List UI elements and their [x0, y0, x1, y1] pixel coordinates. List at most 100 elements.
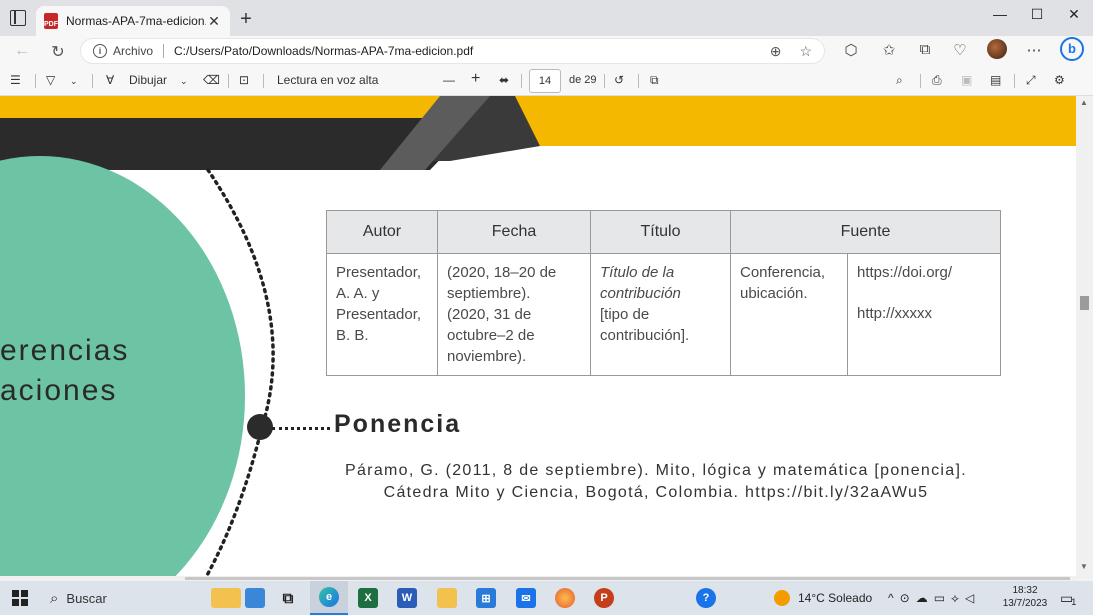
cell-line: Título de la — [600, 264, 675, 281]
cell-line: B. B. — [336, 327, 369, 344]
search-highlight-icon[interactable] — [208, 581, 268, 615]
pdf-settings-icon[interactable]: ⚙ — [1054, 73, 1065, 87]
scroll-down-icon[interactable]: ▼ — [1080, 562, 1088, 571]
section-title: Ponencia — [334, 410, 462, 438]
mail-app-icon[interactable]: ✉ — [514, 581, 538, 615]
weather-widget[interactable]: 14°C Soleado — [774, 581, 872, 615]
toolbar-divider — [521, 74, 522, 88]
draw-icon[interactable]: ∀ — [106, 73, 114, 87]
store-app-icon[interactable]: ⊞ — [474, 581, 498, 615]
save-icon[interactable]: ▣ — [961, 73, 972, 87]
clock-date: 13/7/2023 — [1002, 598, 1048, 609]
contents-icon[interactable]: ☰ — [10, 73, 21, 87]
back-arrow-icon[interactable]: ← — [12, 42, 32, 60]
volume-icon[interactable]: ◁ — [965, 591, 980, 605]
author-cell: Presentador, A. A. y Presentador, B. B. — [326, 253, 438, 376]
notification-icon[interactable]: ▭ 1 — [1060, 581, 1076, 615]
network-icon[interactable]: ⟡ — [951, 591, 965, 606]
zoom-icon[interactable]: ⊕ — [770, 43, 782, 60]
extensions-icon[interactable]: ⬡ — [841, 41, 861, 59]
system-tray[interactable]: ^ ⊙ ☁ ▭ ⟡ ◁ — [888, 581, 980, 615]
horizontal-scrollbar-thumb[interactable] — [185, 577, 1070, 580]
favorite-star-icon[interactable]: ☆ — [799, 43, 812, 60]
eraser-icon[interactable]: ⌫ — [203, 73, 220, 87]
minimize-button[interactable]: — — [985, 6, 1015, 22]
cell-line: [tipo de — [600, 306, 650, 323]
help-app-icon[interactable]: ? — [694, 581, 718, 615]
fullscreen-icon[interactable]: ⤢ — [1026, 73, 1036, 88]
address-field[interactable]: i Archivo C:/Users/Pato/Downloads/Normas… — [80, 38, 825, 64]
search-icon: ⌕ — [50, 589, 59, 607]
tab-actions-icon[interactable] — [10, 10, 26, 26]
chevron-up-icon[interactable]: ^ — [888, 591, 900, 605]
refresh-icon[interactable]: ↻ — [48, 42, 68, 62]
taskbar: ⌕ Buscar ⧉ e X W ⊞ ✉ P ? 14°C Soleado ^ … — [0, 581, 1093, 615]
source-link-cell: https://doi.org/ http://xxxxx — [847, 253, 1001, 376]
highlight-illustration-icon — [211, 588, 241, 608]
page-number-input[interactable]: 14 — [529, 69, 561, 93]
notification-count: 1 — [1071, 597, 1077, 607]
pdf-file-icon: PDF — [44, 13, 58, 29]
word-app-icon[interactable]: W — [395, 581, 419, 615]
battery-icon[interactable]: ▭ — [934, 591, 951, 605]
clock-time: 18:32 — [1012, 585, 1038, 596]
text-icon[interactable]: ⊡ — [239, 73, 249, 87]
fit-page-icon[interactable]: ⬌ — [499, 73, 509, 87]
new-tab-button[interactable]: + — [236, 9, 256, 29]
close-tab-icon[interactable]: ✕ — [206, 13, 222, 30]
more-options-icon[interactable]: ⋯ — [1024, 41, 1044, 59]
search-icon[interactable]: ⌕ — [896, 73, 903, 88]
file-explorer-icon[interactable] — [435, 581, 459, 615]
title-cell: Título de la contribución [tipo de contr… — [590, 253, 731, 376]
draw-button[interactable]: Dibujar — [129, 73, 167, 87]
favorites-icon[interactable]: ✩ — [879, 41, 899, 59]
browser-essentials-icon[interactable]: ♡ — [950, 41, 970, 59]
close-window-button[interactable]: ✕ — [1059, 6, 1089, 23]
zoom-out-button[interactable]: — — [443, 73, 455, 87]
profile-avatar[interactable] — [987, 39, 1007, 59]
rotate-icon[interactable]: ↺ — [614, 73, 624, 87]
print-icon[interactable]: ⎙ — [932, 73, 942, 88]
reference-line: Páramo, G. (2011, 8 de septiembre). Mito… — [345, 462, 967, 479]
table-row: Presentador, A. A. y Presentador, B. B. … — [326, 253, 1001, 376]
side-heading-line: aciones — [0, 374, 118, 407]
cell-line: contribución]. — [600, 327, 690, 344]
maximize-button[interactable]: ☐ — [1022, 6, 1052, 23]
cell-line: (2020, 18–20 de — [447, 264, 557, 281]
save-as-icon[interactable]: ▤ — [990, 73, 1001, 87]
url-text[interactable]: C:/Users/Pato/Downloads/Normas-APA-7ma-e… — [174, 44, 752, 58]
zoom-in-button[interactable]: + — [471, 70, 480, 88]
task-view-icon[interactable]: ⧉ — [276, 581, 300, 615]
edge-app-icon[interactable]: e — [310, 581, 348, 615]
powerpoint-app-icon[interactable]: P — [592, 581, 616, 615]
scroll-up-icon[interactable]: ▲ — [1080, 98, 1088, 107]
excel-app-icon[interactable]: X — [356, 581, 380, 615]
info-icon[interactable]: i — [93, 44, 107, 58]
cell-line: contribución — [600, 285, 681, 302]
read-aloud-button[interactable]: Lectura en voz alta — [277, 73, 378, 87]
toolbar-divider — [92, 74, 93, 88]
tab-active[interactable]: PDF Normas-APA-7ma-edicion.pdf ✕ — [36, 6, 230, 36]
source-kind-cell: Conferencia, ubicación. — [730, 253, 848, 376]
firefox-app-icon[interactable] — [553, 581, 577, 615]
cell-line: A. A. y — [336, 285, 380, 302]
camera-icon[interactable]: ⊙ — [900, 591, 916, 605]
scrollbar-thumb[interactable] — [1080, 296, 1089, 310]
cell-line: https://doi.org/ — [857, 264, 953, 281]
apa-format-table: Autor Fecha Título Fuente Presentador, A… — [326, 210, 1001, 376]
draw-dropdown-icon[interactable]: ⌄ — [180, 76, 188, 87]
clock[interactable]: 18:32 13/7/2023 — [1002, 584, 1048, 610]
highlight-dropdown-icon[interactable]: ⌄ — [70, 76, 78, 87]
reference-example: Páramo, G. (2011, 8 de septiembre). Mito… — [326, 460, 986, 504]
cell-spacer — [857, 283, 991, 303]
toolbar-divider — [638, 74, 639, 88]
bing-copilot-icon[interactable]: b — [1060, 37, 1084, 61]
page-view-icon[interactable]: ⧉ — [650, 73, 659, 88]
cell-line: Conferencia, — [740, 264, 826, 281]
collections-icon[interactable]: ⧉ — [915, 41, 935, 58]
cloud-icon[interactable]: ☁ — [916, 591, 934, 605]
windows-start-icon[interactable] — [8, 581, 32, 615]
pdf-viewer[interactable]: erencias aciones Autor Fecha Título Fuen… — [0, 96, 1076, 579]
vertical-scrollbar[interactable]: ▲ ▼ — [1076, 96, 1093, 579]
highlight-icon[interactable]: ▽ — [46, 73, 55, 87]
